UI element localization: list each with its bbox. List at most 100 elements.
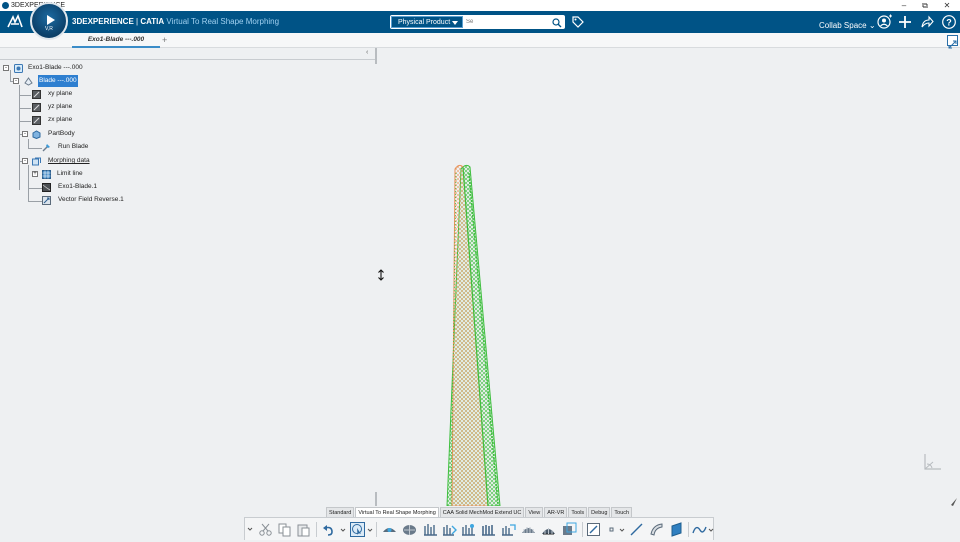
tree-node-label-selected: Blade ---.000 [38, 75, 78, 87]
part-icon [24, 77, 33, 86]
morph-tool-4-icon[interactable] [442, 522, 457, 537]
tree-node-label: Vector Field Reverse.1 [58, 196, 124, 203]
morph-tool-7-icon[interactable] [501, 522, 516, 537]
minimize-button[interactable]: – [897, 0, 911, 11]
search-bar: Physical Product [390, 15, 565, 29]
add-icon[interactable] [897, 14, 913, 30]
chevron-down-icon [452, 21, 458, 25]
undo-dropdown-icon[interactable] [340, 522, 346, 537]
feature-icon [42, 143, 51, 152]
copy-icon[interactable] [277, 522, 292, 537]
tree-node-label: Exo1-Blade ---.000 [28, 64, 83, 71]
close-button[interactable]: ✕ [940, 0, 954, 11]
search-input[interactable] [466, 16, 546, 28]
morph-tool-3-icon[interactable] [423, 522, 438, 537]
select-icon[interactable] [350, 522, 365, 537]
spline-dropdown-icon[interactable] [708, 522, 714, 537]
collab-space-label: Collab Space [819, 21, 867, 30]
dassault-logo-icon[interactable] [6, 13, 24, 30]
tab-exo1-blade[interactable]: Exo1-Blade ---.000 [72, 33, 160, 48]
tab-touch[interactable]: Touch [611, 507, 633, 517]
plane-icon [32, 103, 41, 112]
svg-text:?: ? [946, 17, 952, 27]
set-icon [32, 157, 41, 166]
resize-cursor-icon [377, 268, 385, 286]
app-header: 3DEXPERIENCE | CATIA Virtual To Real Sha… [0, 11, 960, 33]
vector-icon [42, 196, 51, 205]
morph-tool-8-icon[interactable] [521, 522, 536, 537]
3dexperience-app-icon [2, 2, 9, 9]
sketch-icon[interactable] [586, 522, 601, 537]
os-title-bar: 3DEXPERIENCE – ⧉ ✕ [0, 0, 960, 11]
search-icon[interactable] [551, 16, 563, 28]
tree-node-label: zx plane [48, 116, 73, 123]
action-bar [244, 517, 714, 540]
body-icon [32, 130, 41, 140]
resize-handle-icon[interactable] [950, 494, 958, 512]
compass-widget[interactable]: V,R [30, 2, 68, 40]
help-icon[interactable]: ? [941, 14, 957, 30]
tab-tools[interactable]: Tools [568, 507, 588, 517]
axis-compass-icon[interactable] [921, 452, 943, 472]
collapse-toggle[interactable]: - [22, 131, 28, 137]
mesh-icon [42, 183, 51, 192]
app-brand-title: 3DEXPERIENCE | CATIA Virtual To Real Sha… [72, 11, 279, 33]
morph-tool-1-icon[interactable] [382, 522, 397, 537]
search-scope-dropdown[interactable]: Physical Product [391, 16, 463, 28]
cut-icon[interactable] [258, 522, 273, 537]
tree-panel-header: ‹ [0, 48, 376, 60]
tag-icon[interactable] [571, 15, 585, 29]
undo-icon[interactable] [321, 522, 336, 537]
restore-button[interactable]: ⧉ [918, 0, 932, 11]
plane-icon [32, 116, 41, 125]
plane-tool-icon[interactable] [669, 522, 684, 537]
point-dropdown-icon[interactable] [619, 522, 625, 537]
share-icon[interactable] [919, 14, 935, 30]
panel-splitter-bottom[interactable] [375, 492, 377, 506]
tree-node-label: PartBody [48, 130, 75, 137]
collapse-toggle[interactable]: - [22, 158, 28, 164]
morph-tool-10-icon[interactable] [562, 522, 577, 537]
morph-tool-2-icon[interactable] [402, 522, 417, 537]
section-tabs: Standard Virtual To Real Shape Morphing … [326, 507, 633, 517]
document-tab-bar: Exo1-Blade ---.000 + [0, 33, 960, 49]
brand-3dexperience: 3DEXPERIENCE [72, 17, 134, 26]
collab-space-selector[interactable]: Collab Space ⌄ [819, 11, 876, 33]
3d-viewport[interactable] [0, 61, 960, 507]
tab-debug[interactable]: Debug [588, 507, 611, 517]
expand-toggle[interactable]: + [32, 171, 38, 177]
tab-view[interactable]: View [525, 507, 544, 517]
search-scope-label: Physical Product [398, 19, 451, 26]
play-icon [47, 15, 55, 25]
collapse-toggle[interactable]: - [13, 78, 19, 84]
tab-caa-solid[interactable]: CAA Solid MechMod Extend UC [439, 507, 525, 517]
morph-tool-9-icon[interactable] [541, 522, 556, 537]
tab-ar-vr[interactable]: AR-VR [544, 507, 568, 517]
brand-app-name: Virtual To Real Shape Morphing [164, 17, 280, 26]
plane-icon [32, 90, 41, 99]
tab-standard[interactable]: Standard [326, 507, 355, 517]
select-dropdown-icon[interactable] [367, 522, 373, 537]
paste-icon[interactable] [296, 522, 311, 537]
compass-label: V,R [45, 26, 53, 32]
fullscreen-icon[interactable] [947, 35, 958, 49]
action-bar-menu-icon[interactable] [247, 522, 253, 537]
morph-tool-6-icon[interactable] [481, 522, 496, 537]
point-icon[interactable] [607, 522, 617, 537]
collapse-panel-icon[interactable]: ‹ [366, 49, 368, 56]
tree-node-label: xy plane [48, 90, 73, 97]
add-tab-button[interactable]: + [162, 33, 167, 47]
user-profile-icon[interactable] [877, 14, 893, 30]
grid-icon [42, 170, 51, 179]
tab-virtual-to-real[interactable]: Virtual To Real Shape Morphing [355, 507, 439, 517]
spline-icon[interactable] [692, 522, 707, 537]
chevron-down-icon: ⌄ [868, 21, 876, 30]
tree-node-label: Morphing data [48, 157, 90, 164]
collapse-toggle[interactable]: - [3, 65, 9, 71]
product-icon [14, 64, 23, 73]
surface-icon[interactable] [649, 522, 664, 537]
tree-node-label: Exo1-Blade.1 [58, 183, 98, 190]
brand-catia: CATIA [140, 17, 165, 26]
line-icon[interactable] [629, 522, 644, 537]
morph-tool-5-icon[interactable] [461, 522, 476, 537]
